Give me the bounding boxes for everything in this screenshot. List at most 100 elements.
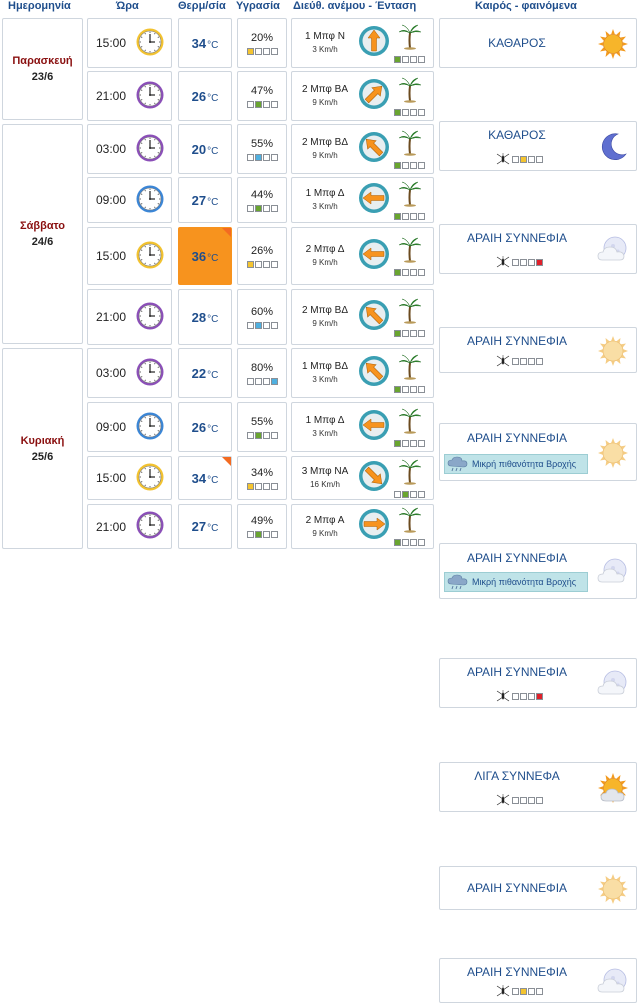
wind-force: 2 Μπφ ΒΔ xyxy=(301,137,349,148)
palm-tree-icon xyxy=(398,408,422,439)
level-cell xyxy=(402,439,409,447)
humidity-cell: 55% xyxy=(237,124,287,174)
wind-strength xyxy=(394,24,425,63)
weather-cell: ΑΡΑΙΗ ΣΥΝΝΕΦΙΑ xyxy=(439,958,637,1003)
level-cell xyxy=(536,692,543,700)
level-cell xyxy=(520,258,527,266)
temperature-cell: 22 °C xyxy=(178,348,232,398)
humidity-value: 55% xyxy=(250,415,274,428)
wind-text: 2 Μπφ Δ 9 Km/h xyxy=(296,243,354,269)
mosquito-indicator xyxy=(496,153,543,165)
level-cell xyxy=(536,987,543,995)
time-label: 15:00 xyxy=(96,249,127,263)
mosquito-icon xyxy=(496,794,510,806)
level-cell xyxy=(254,531,262,538)
time-cell: 21:00 xyxy=(87,504,172,549)
level-cell xyxy=(528,357,535,365)
level-cell xyxy=(512,796,519,804)
mosquito-icon xyxy=(496,256,510,268)
level-cell xyxy=(394,385,401,393)
level-cell xyxy=(262,431,270,439)
rain-chance-text: Μικρή πιθανότητα Βροχής xyxy=(472,459,577,469)
mosquito-indicator xyxy=(496,690,543,702)
level-cell xyxy=(270,431,278,439)
weather-cell: ΑΡΑΙΗ ΣΥΝΝΕΦΙΑ Μικρή πιθανότητα Βροχής xyxy=(439,423,637,481)
level-cell xyxy=(528,155,535,163)
level-cell xyxy=(394,55,401,63)
wind-direction-icon xyxy=(358,409,390,446)
level-cell xyxy=(418,108,425,116)
wind-force: 1 Μπφ Δ xyxy=(305,188,345,199)
wind-text: 2 Μπφ Α 9 Km/h xyxy=(296,514,354,540)
level-cell xyxy=(418,439,425,447)
wind-strength xyxy=(394,459,425,498)
sky-condition: ΑΡΑΙΗ ΣΥΝΝΕΦΙΑ xyxy=(466,431,568,445)
humidity-level-bar xyxy=(246,153,278,161)
temperature-value: 26 xyxy=(191,88,207,104)
wind-force: 2 Μπφ Α xyxy=(305,514,345,526)
level-cell xyxy=(418,490,425,498)
wind-direction-icon xyxy=(358,508,390,545)
palm-tree-icon xyxy=(398,507,422,538)
level-cell xyxy=(246,204,254,212)
clock-icon xyxy=(135,357,165,390)
level-cell xyxy=(394,108,401,116)
weather-cell: ΑΡΑΙΗ ΣΥΝΝΕΦΙΑ Μικρή πιθανότητα Βροχής xyxy=(439,543,637,599)
mosquito-indicator xyxy=(496,256,543,268)
wind-level-bar xyxy=(394,385,425,393)
level-cell xyxy=(410,385,417,393)
wind-speed: 9 Km/h xyxy=(312,151,338,160)
wind-speed: 3 Km/h xyxy=(312,429,338,438)
wind-strength xyxy=(394,77,425,116)
temperature-value: 20 xyxy=(191,141,207,157)
level-cell xyxy=(402,490,409,498)
weather-icon-wrap xyxy=(592,965,636,999)
level-cell xyxy=(254,321,262,329)
weather-icon-wrap xyxy=(592,130,636,164)
sky-condition: ΚΑΘΑΡΟΣ xyxy=(488,36,546,50)
level-cell xyxy=(270,153,278,161)
moon-cloud-icon xyxy=(597,558,627,583)
humidity-value: 20% xyxy=(250,31,274,44)
level-cell xyxy=(246,377,254,385)
humidity-level-bar xyxy=(246,377,278,385)
humidity-level-bar xyxy=(246,260,278,268)
temperature-value: 34 xyxy=(191,35,207,51)
level-cell xyxy=(528,692,535,700)
wind-level-bar xyxy=(394,268,425,276)
level-cell xyxy=(394,439,401,447)
sun-haze-icon xyxy=(598,336,628,366)
wind-strength xyxy=(394,354,425,393)
wind-force: 2 Μπφ ΒΔ xyxy=(301,305,349,316)
time-cell: 15:00 xyxy=(87,227,172,285)
wind-speed: 9 Km/h xyxy=(312,528,338,538)
level-cell xyxy=(512,987,519,995)
wind-direction-icon xyxy=(358,460,390,497)
moon-icon xyxy=(601,133,627,160)
temperature-cell: 27 °C xyxy=(178,504,232,549)
time-cell: 15:00 xyxy=(87,456,172,500)
level-cell xyxy=(520,796,527,804)
temperature-cell: 26 °C xyxy=(178,71,232,121)
temperature-cell: 36 °C xyxy=(178,227,232,285)
wind-speed: 9 Km/h xyxy=(312,319,338,328)
level-cell xyxy=(254,431,262,439)
mosquito-level-bar xyxy=(512,155,543,163)
temperature-unit: °C xyxy=(207,92,219,104)
wind-speed: 9 Km/h xyxy=(312,258,338,267)
humidity-cell: 20% xyxy=(237,18,287,68)
wind-level-bar xyxy=(394,539,425,546)
level-cell xyxy=(270,482,278,490)
temperature-unit: °C xyxy=(207,369,219,381)
level-cell xyxy=(394,268,401,276)
time-cell: 09:00 xyxy=(87,402,172,452)
clock-icon xyxy=(135,510,165,543)
mosquito-indicator xyxy=(496,985,543,997)
mosquito-level-bar xyxy=(512,692,543,700)
time-cell: 09:00 xyxy=(87,177,172,223)
day-date: 23/6 xyxy=(31,71,54,83)
wind-direction-icon xyxy=(358,78,390,115)
wind-text: 1 Μπφ Δ 3 Km/h xyxy=(296,414,354,440)
mosquito-level-bar xyxy=(512,357,543,365)
temperature-cell: 20 °C xyxy=(178,124,232,174)
